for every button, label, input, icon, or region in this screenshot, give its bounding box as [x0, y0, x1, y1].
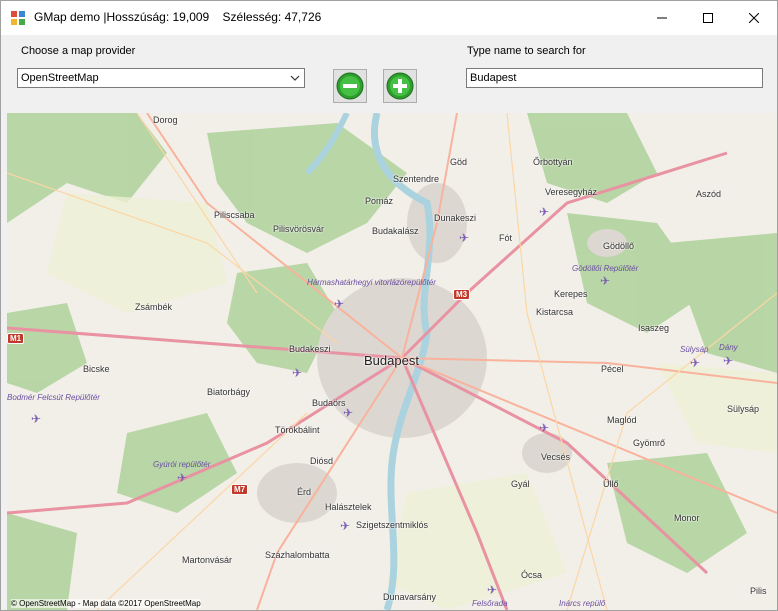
airport-icon: ✈	[177, 471, 188, 485]
window-title: GMap demo |Hosszúság: 19,009 Szélesség: …	[34, 10, 322, 24]
place-label: Biatorbágy	[207, 387, 251, 397]
airport-icon: ✈	[487, 583, 498, 597]
toolbar: Choose a map provider OpenStreetMap Type…	[1, 35, 777, 113]
place-label: Százhalombatta	[265, 550, 330, 560]
place-label: Göd	[450, 157, 468, 167]
place-label: Pécel	[601, 364, 624, 374]
place-label: Dorog	[153, 115, 178, 125]
place-label: Vecsés	[541, 452, 571, 462]
place-label: Aszód	[696, 189, 722, 199]
close-icon	[749, 13, 759, 23]
plus-icon	[386, 72, 414, 100]
place-label: Maglód	[607, 415, 637, 425]
airport-label: Inárcs repülő	[559, 599, 606, 608]
place-label: Gödöllő	[603, 241, 635, 251]
place-label: Martonvásár	[182, 555, 233, 565]
place-label: Dunavarsány	[383, 592, 437, 602]
place-label: Pomáz	[365, 196, 394, 206]
search-label: Type name to search for	[467, 45, 586, 57]
zoom-in-button[interactable]	[383, 69, 417, 103]
place-label: Veresegyház	[545, 187, 598, 197]
close-button[interactable]	[731, 1, 777, 35]
place-label: Diósd	[310, 456, 334, 466]
app-icon	[11, 11, 25, 25]
place-label: Isaszeg	[638, 323, 670, 333]
airport-label: Gyúrói repülőtér	[153, 460, 211, 469]
place-label: Halásztelek	[325, 502, 372, 512]
place-label: Üllő	[603, 479, 619, 489]
map-attribution: © OpenStreetMap - Map data ©2017 OpenStr…	[11, 599, 201, 608]
airport-label: Hármashatárhegyi vitorlázórepülőtér	[307, 278, 436, 287]
minus-icon	[336, 72, 364, 100]
airport-icon: ✈	[723, 354, 734, 368]
place-label: Érd	[297, 487, 312, 497]
airport-icon: ✈	[334, 297, 345, 311]
place-label: Szentendre	[393, 174, 440, 184]
place-label: Gyál	[511, 479, 530, 489]
maximize-icon	[703, 13, 713, 23]
airport-icon: ✈	[539, 421, 550, 435]
maximize-button[interactable]	[685, 1, 731, 35]
chevron-down-icon	[290, 75, 300, 81]
place-label: Monor	[674, 513, 700, 523]
title-bar[interactable]: GMap demo |Hosszúság: 19,009 Szélesség: …	[1, 1, 777, 35]
place-label: Őrbottyán	[533, 157, 573, 167]
place-label: Pilisvörösvár	[273, 224, 325, 234]
airport-label: Gödöllői Repülőtér	[572, 264, 639, 273]
motorway-shield-m7: M7	[231, 484, 249, 495]
map-view[interactable]: Dorog Göd Őrbottyán Szentendre Veresegyh…	[7, 113, 777, 610]
place-label: Gyömrő	[633, 438, 666, 448]
place-label: Budaörs	[312, 398, 346, 408]
place-label: Budakalász	[372, 226, 419, 236]
airport-label: Felsőrada	[472, 599, 508, 608]
minimize-button[interactable]	[639, 1, 685, 35]
airport-icon: ✈	[343, 406, 354, 420]
motorway-shield-m1: M1	[7, 333, 25, 344]
airport-icon: ✈	[690, 356, 701, 370]
search-input[interactable]	[466, 68, 763, 88]
place-label: Szigetszentmiklós	[356, 520, 429, 530]
airport-icon: ✈	[340, 519, 351, 533]
map-provider-select[interactable]: OpenStreetMap	[17, 68, 305, 88]
place-label: Budapest	[364, 353, 419, 368]
airport-label: Dány	[719, 343, 738, 352]
airport-label: Bodmér Felcsút Repülőtér	[7, 393, 100, 402]
provider-selected: OpenStreetMap	[21, 72, 99, 84]
zoom-out-button[interactable]	[333, 69, 367, 103]
provider-label: Choose a map provider	[21, 45, 136, 57]
airport-icon: ✈	[539, 205, 550, 219]
place-label: Budakeszi	[289, 344, 331, 354]
airport-icon: ✈	[292, 366, 303, 380]
motorway-shield-m3: M3	[453, 289, 471, 300]
place-label: Kerepes	[554, 289, 588, 299]
place-label: Sülysáp	[727, 404, 760, 414]
place-label: Bicske	[83, 364, 110, 374]
place-label: Ócsa	[521, 570, 543, 580]
airport-icon: ✈	[459, 231, 470, 245]
place-label: Kistarcsa	[536, 307, 574, 317]
airport-icon: ✈	[31, 412, 42, 426]
place-label: Piliscsaba	[214, 210, 255, 220]
minimize-icon	[657, 17, 667, 19]
place-label: Pilis	[750, 586, 767, 596]
app-window: GMap demo |Hosszúság: 19,009 Szélesség: …	[0, 0, 778, 611]
place-label: Zsámbék	[135, 302, 173, 312]
place-label: Dunakeszi	[434, 213, 477, 223]
place-label: Fót	[499, 233, 513, 243]
airport-label: Sülysáp	[680, 345, 709, 354]
place-label: Törökbálint	[275, 425, 320, 435]
airport-icon: ✈	[600, 274, 611, 288]
